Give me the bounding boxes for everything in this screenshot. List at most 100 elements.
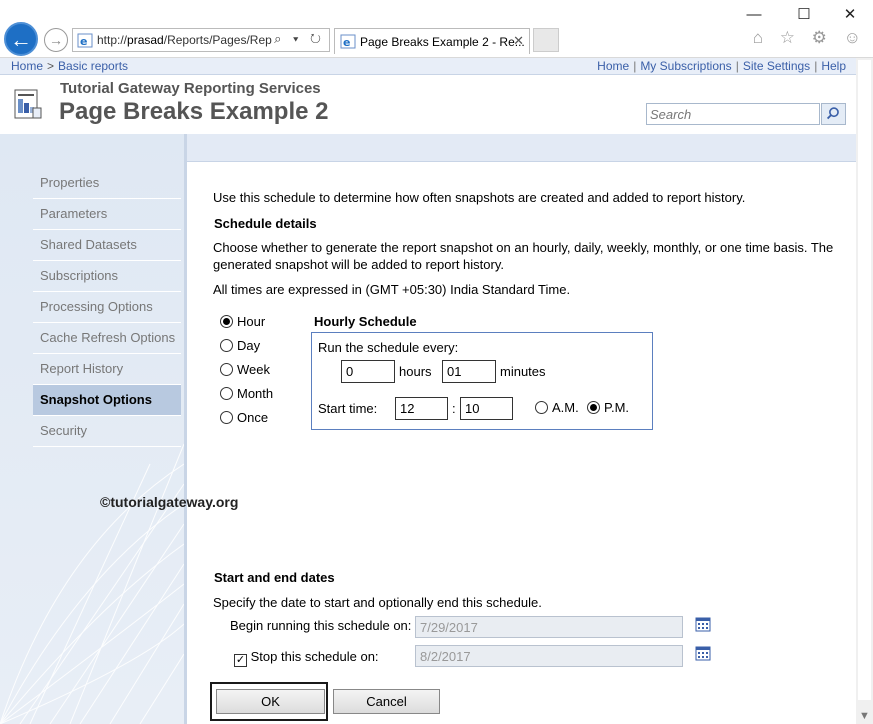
pane-divider <box>184 134 187 724</box>
breadcrumb-separator: > <box>47 59 55 73</box>
hours-input[interactable]: 0 <box>341 360 395 383</box>
frequency-month[interactable]: Month <box>220 386 273 401</box>
decorative-background-art <box>0 443 184 724</box>
search-button[interactable] <box>821 103 846 125</box>
intro-text: Use this schedule to determine how often… <box>213 190 746 205</box>
tab-favicon-icon: e <box>340 34 356 49</box>
watermark-text: ©tutorialgateway.org <box>100 494 239 510</box>
page-title: Page Breaks Example 2 <box>59 98 329 125</box>
hourly-schedule-heading: Hourly Schedule <box>314 314 417 329</box>
radio-pm[interactable] <box>587 401 600 414</box>
frequency-week[interactable]: Week <box>220 362 270 377</box>
radio-month[interactable] <box>220 387 233 400</box>
content-top-band <box>187 134 856 162</box>
browser-tab[interactable]: e Page Breaks Example 2 - Re... ✕ <box>334 28 530 54</box>
maximize-button[interactable]: ☐ <box>789 4 819 26</box>
radio-week[interactable] <box>220 363 233 376</box>
sidebar-item-shared-datasets[interactable]: Shared Datasets <box>33 230 181 261</box>
link-separator: | <box>633 59 637 73</box>
radio-week-label: Week <box>237 362 270 377</box>
new-tab-button[interactable] <box>533 28 559 52</box>
url-text[interactable]: http://prasad/Reports/Pages/Rep <box>97 33 272 47</box>
sidebar-item-subscriptions[interactable]: Subscriptions <box>33 261 181 292</box>
begin-label: Begin running this schedule on: <box>230 618 412 633</box>
timezone-text: All times are expressed in (GMT +05:30) … <box>213 282 571 297</box>
radio-month-label: Month <box>237 386 274 401</box>
minutes-input[interactable]: 01 <box>442 360 496 383</box>
radio-once[interactable] <box>220 411 233 424</box>
minimize-button[interactable]: — <box>739 4 769 26</box>
radio-am[interactable] <box>535 401 548 414</box>
url-host: prasad <box>127 33 164 47</box>
close-window-button[interactable]: ✕ <box>835 4 865 26</box>
run-every-label: Run the schedule every: <box>318 340 459 355</box>
begin-calendar-icon[interactable] <box>695 616 711 632</box>
sidebar-item-processing-options[interactable]: Processing Options <box>33 292 181 323</box>
meridiem-pm[interactable]: P.M. <box>587 400 629 415</box>
scrollbar-thumb[interactable] <box>858 60 871 700</box>
search-icon <box>826 107 839 120</box>
breadcrumb: Home > Basic reports <box>11 59 128 73</box>
svg-text:e: e <box>343 36 350 49</box>
site-name: Tutorial Gateway Reporting Services <box>60 80 321 97</box>
link-help[interactable]: Help <box>821 59 846 73</box>
time-separator: : <box>452 401 456 416</box>
sidebar-item-report-history[interactable]: Report History <box>33 354 181 385</box>
schedule-details-heading: Schedule details <box>214 216 317 231</box>
breadcrumb-home[interactable]: Home <box>11 59 43 73</box>
forward-button[interactable]: → <box>44 28 68 52</box>
tab-title: Page Breaks Example 2 - Re... <box>360 35 525 49</box>
dates-description: Specify the date to start and optionally… <box>213 595 542 610</box>
sidebar-item-cache-refresh-options[interactable]: Cache Refresh Options <box>33 323 181 354</box>
toolbar-icons[interactable]: ⌂ ☆ ⚙ ☺ <box>753 28 867 48</box>
start-time-label: Start time: <box>318 401 378 416</box>
link-home[interactable]: Home <box>597 59 629 73</box>
dates-heading: Start and end dates <box>214 570 335 585</box>
back-button[interactable]: ← <box>4 22 38 56</box>
radio-am-label: A.M. <box>552 400 579 415</box>
address-tools-icon[interactable]: ⌕ ▾ ↻ <box>274 31 325 47</box>
scroll-down-icon[interactable]: ▼ <box>859 710 870 722</box>
link-my-subscriptions[interactable]: My Subscriptions <box>640 59 731 73</box>
frequency-once[interactable]: Once <box>220 410 268 425</box>
top-nav-bar: Home > Basic reports Home | My Subscriptions… <box>0 58 856 75</box>
sidebar-item-properties[interactable]: Properties <box>33 168 181 199</box>
radio-day[interactable] <box>220 339 233 352</box>
sidebar-item-snapshot-options[interactable]: Snapshot Options <box>33 385 181 416</box>
tab-close-icon[interactable]: ✕ <box>513 33 524 49</box>
start-hour-input[interactable]: 12 <box>395 397 448 420</box>
ie-page-icon: e <box>77 33 93 48</box>
cancel-button[interactable]: Cancel <box>333 689 440 714</box>
minutes-label: minutes <box>500 364 546 379</box>
sidebar-item-parameters[interactable]: Parameters <box>33 199 181 230</box>
breadcrumb-basic-reports[interactable]: Basic reports <box>58 59 128 73</box>
radio-hour[interactable] <box>220 315 233 328</box>
vertical-scrollbar[interactable]: ▼ <box>856 58 873 724</box>
svg-text:e: e <box>80 35 87 48</box>
radio-once-label: Once <box>237 410 269 425</box>
link-separator: | <box>814 59 818 73</box>
frequency-hour[interactable]: Hour <box>220 314 265 329</box>
global-links: Home | My Subscriptions | Site Settings | Help <box>597 59 846 73</box>
stop-schedule-row: ✓ Stop this schedule on: <box>234 649 379 667</box>
schedule-details-text-1: Choose whether to generate the report sn… <box>213 240 834 255</box>
sidebar-item-security[interactable]: Security <box>33 416 181 447</box>
frequency-day[interactable]: Day <box>220 338 260 353</box>
browser-chrome: — ☐ ✕ ← → e http://prasad/Reports/Pages/… <box>0 0 873 58</box>
stop-calendar-icon[interactable] <box>695 645 711 661</box>
hours-label: hours <box>399 364 432 379</box>
ok-button[interactable]: OK <box>216 689 325 714</box>
stop-date-input[interactable]: 8/2/2017 <box>415 645 683 667</box>
back-arrow-icon: ← <box>10 27 32 52</box>
radio-pm-label: P.M. <box>604 400 630 415</box>
settings-menu: Properties Parameters Shared Datasets Su… <box>33 168 181 447</box>
address-bar[interactable]: e http://prasad/Reports/Pages/Rep ⌕ ▾ ↻ <box>72 28 330 52</box>
forward-arrow-icon: → <box>49 32 63 48</box>
link-site-settings[interactable]: Site Settings <box>743 59 810 73</box>
link-separator: | <box>735 59 739 73</box>
search-input[interactable]: Search <box>646 103 820 125</box>
stop-schedule-checkbox[interactable]: ✓ <box>234 654 247 667</box>
begin-date-input[interactable]: 7/29/2017 <box>415 616 683 638</box>
meridiem-am[interactable]: A.M. <box>535 400 579 415</box>
start-minute-input[interactable]: 10 <box>460 397 513 420</box>
